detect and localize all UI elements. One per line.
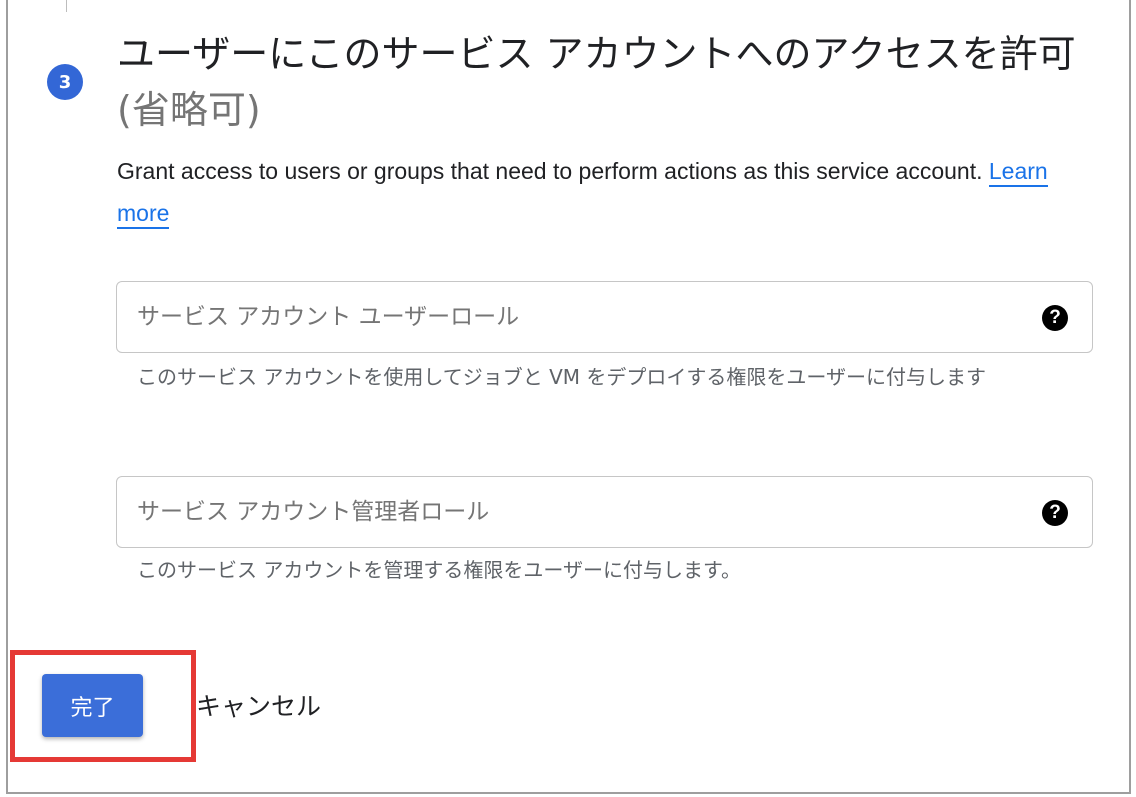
step-number-badge: 3: [47, 64, 83, 100]
divider: [66, 0, 67, 12]
service-account-user-role-input[interactable]: [137, 282, 1017, 352]
service-account-user-role-hint: このサービス アカウントを使用してジョブと VM をデプロイする権限をユーザーに…: [137, 362, 1067, 393]
service-account-admin-role-hint: このサービス アカウントを管理する権限をユーザーに付与します。: [137, 555, 1067, 586]
done-button[interactable]: 完了: [42, 674, 143, 737]
help-circle-icon[interactable]: ?: [1042, 500, 1068, 526]
step-title: ユーザーにこのサービス アカウントへのアクセスを許可 (省略可): [117, 26, 1092, 138]
help-circle-icon[interactable]: ?: [1042, 305, 1068, 331]
service-account-admin-role-input[interactable]: [137, 477, 1017, 547]
step-title-text: ユーザーにこのサービス アカウントへのアクセスを許可: [117, 32, 1076, 76]
step-description: Grant access to users or groups that nee…: [117, 150, 1057, 234]
service-account-admin-role-field[interactable]: ?: [116, 476, 1093, 548]
service-account-user-role-field[interactable]: ?: [116, 281, 1093, 353]
cancel-button[interactable]: キャンセル: [190, 680, 327, 730]
step-title-optional: (省略可): [117, 88, 261, 132]
step-description-text: Grant access to users or groups that nee…: [117, 158, 982, 184]
